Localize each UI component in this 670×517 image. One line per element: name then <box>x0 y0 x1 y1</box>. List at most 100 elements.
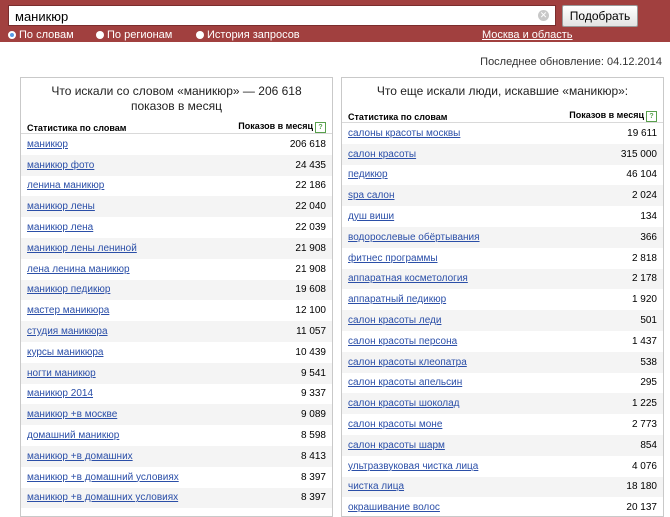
table-row: аппаратный педикюр 1 920 <box>342 289 663 310</box>
phrase-link[interactable]: маникюр лена <box>27 222 93 233</box>
table-row: маникюр лены 22 040 <box>21 196 332 218</box>
table-row: лена ленина маникюр 21 908 <box>21 259 332 280</box>
table-row: маникюр лена 22 039 <box>21 217 332 238</box>
phrase-link[interactable]: маникюр лены <box>27 201 95 212</box>
impressions-count: 11 057 <box>296 326 326 338</box>
phrase-link[interactable]: водорослевые обёртывания <box>348 232 480 243</box>
phrase-link[interactable]: маникюр +в москве <box>27 409 117 420</box>
phrase-link[interactable]: аппаратный педикюр <box>348 294 446 305</box>
impressions-count: 22 039 <box>295 222 326 234</box>
phrase-link[interactable]: салоны красоты москвы <box>348 128 460 139</box>
table-row: spa салон 2 024 <box>342 185 663 207</box>
table-row: ультразвуковая чистка лица 4 076 <box>342 456 663 477</box>
region-link[interactable]: Москва и область <box>482 28 573 42</box>
phrase-link[interactable]: салон красоты шоколад <box>348 398 460 409</box>
impressions-count: 12 100 <box>295 305 326 317</box>
table-row: салон красоты моне 2 773 <box>342 414 663 435</box>
table-row: маникюр лены лениной 21 908 <box>21 237 332 259</box>
phrase-link[interactable]: ленина маникюр <box>27 180 104 191</box>
mode-query-history[interactable]: История запросов <box>196 28 300 42</box>
impressions-count: 2 178 <box>631 273 657 285</box>
column-count-header: Показов в месяц? <box>569 110 657 122</box>
impressions-count: 9 541 <box>300 367 326 379</box>
mode-by-words[interactable]: По словам <box>8 28 74 42</box>
table-row: салон красоты леди 501 <box>342 310 663 331</box>
phrase-link[interactable]: чистка лица <box>348 481 404 492</box>
impressions-count: 8 397 <box>300 471 326 483</box>
phrase-link[interactable]: салон красоты моне <box>348 419 442 430</box>
phrase-link[interactable]: маникюр +в домашний условиях <box>27 472 179 483</box>
impressions-count: 295 <box>640 377 657 389</box>
impressions-count: 206 618 <box>289 138 326 150</box>
clear-icon[interactable]: ✕ <box>538 10 549 21</box>
table-row: аппаратная косметология 2 178 <box>342 268 663 290</box>
impressions-count: 366 <box>640 231 657 243</box>
phrase-link[interactable]: окрашивание волос <box>348 502 440 513</box>
impressions-count: 19 608 <box>295 284 326 296</box>
column-phrase-header: Статистика по словам <box>27 123 127 133</box>
search-bar: ✕ Подобрать По словам По регионам Истори… <box>0 0 670 42</box>
phrase-link[interactable]: салон красоты шарм <box>348 440 445 451</box>
impressions-count: 501 <box>640 315 657 327</box>
phrase-link[interactable]: ногти маникюр <box>27 368 96 379</box>
impressions-count: 315 000 <box>620 148 657 160</box>
impressions-count: 4 076 <box>631 460 657 472</box>
phrase-link[interactable]: лена ленина маникюр <box>27 264 130 275</box>
search-input[interactable] <box>8 5 556 26</box>
phrase-link[interactable]: салон красоты леди <box>348 315 441 326</box>
phrase-link[interactable]: мастер маникюра <box>27 305 109 316</box>
column-count-header: Показов в месяц? <box>238 121 326 133</box>
phrase-link[interactable]: курсы маникюра <box>27 347 103 358</box>
table-row: душ виши 134 <box>342 206 663 227</box>
phrase-link[interactable]: маникюр фото <box>27 160 94 171</box>
phrase-link[interactable]: салон красоты <box>348 149 416 160</box>
table-row: салон красоты апельсин 295 <box>342 373 663 394</box>
phrase-link[interactable]: фитнес программы <box>348 253 438 264</box>
table-row: студия маникюра 11 057 <box>21 321 332 342</box>
phrase-link[interactable]: маникюр 2014 <box>27 388 93 399</box>
phrase-link[interactable]: домашний маникюр <box>27 430 119 441</box>
phrase-link[interactable]: маникюр +в домашних <box>27 451 133 462</box>
impressions-count: 2 024 <box>631 190 657 202</box>
impressions-count: 8 598 <box>300 430 326 442</box>
panel-title: Что еще искали люди, искавшие «маникюр»: <box>376 84 629 98</box>
table-row: салон красоты шарм 854 <box>342 434 663 456</box>
left-table-rows: маникюр 206 618 маникюр фото 24 435 ленина м… <box>21 134 332 509</box>
table-row: салон красоты шоколад 1 225 <box>342 393 663 415</box>
impressions-count: 1 920 <box>631 294 657 306</box>
impressions-count: 24 435 <box>295 159 326 171</box>
words-with-query-panel: Что искали со словом «маникюр» — 206 618… <box>20 77 333 517</box>
phrase-link[interactable]: spa салон <box>348 190 395 201</box>
phrase-link[interactable]: салон красоты апельсин <box>348 377 462 388</box>
impressions-count: 854 <box>640 439 657 451</box>
mode-by-regions[interactable]: По регионам <box>96 28 172 42</box>
phrase-link[interactable]: аппаратная косметология <box>348 273 468 284</box>
impressions-count: 1 437 <box>631 335 657 347</box>
right-table-rows: салоны красоты москвы 19 611 салон красоты… <box>342 123 663 516</box>
phrase-link[interactable]: салон красоты клеопатра <box>348 357 467 368</box>
pick-button[interactable]: Подобрать <box>562 5 638 27</box>
table-row: домашний маникюр 8 598 <box>21 425 332 446</box>
impressions-count: 2 773 <box>631 419 657 431</box>
impressions-count: 18 180 <box>626 481 657 493</box>
impressions-count: 22 040 <box>295 201 326 213</box>
phrase-link[interactable]: маникюр +в домашних условиях <box>27 492 178 503</box>
help-icon[interactable]: ? <box>315 122 326 133</box>
phrase-link[interactable]: маникюр педикюр <box>27 284 110 295</box>
table-row: маникюр педикюр 19 608 <box>21 279 332 301</box>
table-row: маникюр фото 24 435 <box>21 154 332 176</box>
impressions-count: 134 <box>640 211 657 223</box>
table-header: Статистика по словам Показов в месяц? <box>342 109 663 123</box>
phrase-link[interactable]: душ виши <box>348 211 394 222</box>
phrase-link[interactable]: маникюр лены лениной <box>27 243 137 254</box>
phrase-link[interactable]: маникюр <box>27 139 68 150</box>
phrase-link[interactable]: педикюр <box>348 169 388 180</box>
radio-selected-icon <box>8 31 16 39</box>
phrase-link[interactable]: студия маникюра <box>27 326 108 337</box>
help-icon[interactable]: ? <box>646 111 657 122</box>
impressions-count: 10 439 <box>295 346 326 358</box>
phrase-link[interactable]: салон красоты персона <box>348 336 457 347</box>
table-row: курсы маникюра 10 439 <box>21 342 332 363</box>
phrase-link[interactable]: ультразвуковая чистка лица <box>348 461 478 472</box>
impressions-count: 9 337 <box>300 388 326 400</box>
